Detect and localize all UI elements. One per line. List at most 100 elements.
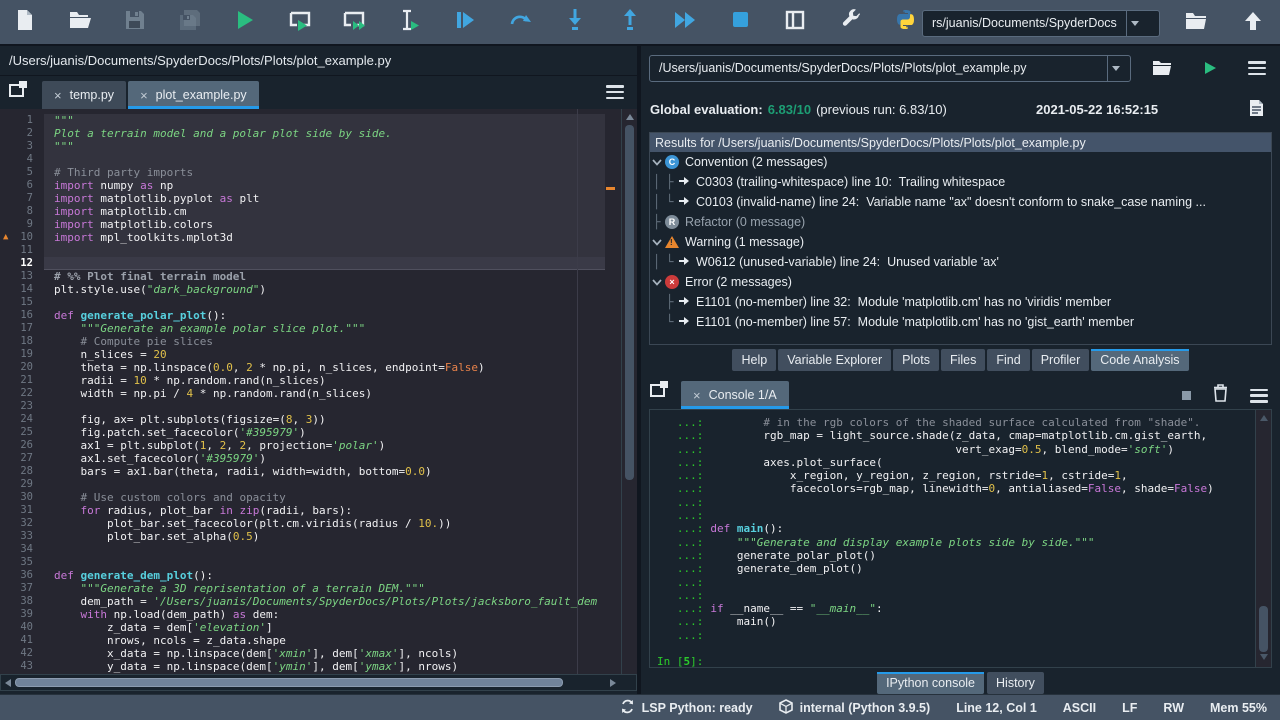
remove-console-button[interactable] bbox=[1213, 384, 1228, 407]
code-line-text[interactable]: """Generate a 3D reprisentation of a ter… bbox=[44, 582, 605, 595]
editor-options-menu-button[interactable] bbox=[606, 85, 624, 99]
gutter-line-number[interactable]: 15 bbox=[0, 296, 44, 309]
editor-line-43[interactable]: 43 y_data = np.linspace(dem['ymin'], dem… bbox=[0, 660, 605, 673]
message-row[interactable]: │└C0103 (invalid-name) line 24: Variable… bbox=[650, 192, 1271, 212]
code-line-text[interactable]: ax1.set_facecolor('#395979') bbox=[44, 452, 605, 465]
code-line-text[interactable]: """ bbox=[44, 140, 605, 153]
editor-line-2[interactable]: 2Plot a terrain model and a polar plot s… bbox=[0, 127, 605, 140]
editor-line-42[interactable]: 42 x_data = np.linspace(dem['xmin'], dem… bbox=[0, 647, 605, 660]
working-directory-dropdown[interactable] bbox=[1126, 11, 1143, 36]
editor-line-39[interactable]: 39 with np.load(dem_path) as dem: bbox=[0, 608, 605, 621]
editor-line-24[interactable]: 24 fig, ax= plt.subplots(figsize=(8, 3)) bbox=[0, 413, 605, 426]
code-line-text[interactable]: width = np.pi / 4 * np.random.rand(n_sli… bbox=[44, 387, 605, 400]
tab-files[interactable]: Files bbox=[941, 349, 985, 371]
editor-line-6[interactable]: 6import numpy as np bbox=[0, 179, 605, 192]
run-cell-button[interactable] bbox=[287, 9, 313, 35]
code-line-text[interactable]: import mpl_toolkits.mplot3d bbox=[44, 231, 605, 244]
editor-line-16[interactable]: 16def generate_polar_plot(): bbox=[0, 309, 605, 322]
scroll-right-arrow[interactable] bbox=[610, 679, 616, 687]
preferences-button[interactable] bbox=[837, 9, 863, 35]
gutter-line-number[interactable]: 24 bbox=[0, 413, 44, 426]
editor-line-17[interactable]: 17 """Generate an example polar slice pl… bbox=[0, 322, 605, 335]
gutter-line-number[interactable]: 4 bbox=[0, 153, 44, 166]
close-tab-icon[interactable]: × bbox=[693, 388, 701, 403]
analysis-file-combobox[interactable]: /Users/juanis/Documents/SpyderDocs/Plots… bbox=[649, 55, 1131, 82]
browse-tabs-button[interactable] bbox=[650, 381, 668, 402]
code-line-text[interactable]: radii = 10 * np.random.rand(n_slices) bbox=[44, 374, 605, 387]
gutter-line-number[interactable]: 11 bbox=[0, 244, 44, 257]
ipython-console[interactable]: ...: # in the rgb colors of the shaded s… bbox=[649, 409, 1272, 668]
code-line-text[interactable]: import matplotlib.cm bbox=[44, 205, 605, 218]
editor-line-25[interactable]: 25 fig.patch.set_facecolor('#395979') bbox=[0, 426, 605, 439]
gutter-line-number[interactable]: ▲10 bbox=[0, 231, 44, 244]
browse-working-directory-button[interactable] bbox=[1183, 10, 1209, 36]
editor-line-36[interactable]: 36def generate_dem_plot(): bbox=[0, 569, 605, 582]
code-line-text[interactable]: # Third party imports bbox=[44, 166, 605, 179]
run-cell-advance-button[interactable] bbox=[342, 9, 368, 35]
editor-line-41[interactable]: 41 nrows, ncols = z_data.shape bbox=[0, 634, 605, 647]
gutter-line-number[interactable]: 32 bbox=[0, 517, 44, 530]
editor-line-11[interactable]: 11 bbox=[0, 244, 605, 257]
code-line-text[interactable]: bars = ax1.bar(theta, radii, width=width… bbox=[44, 465, 605, 478]
stop-button[interactable] bbox=[727, 9, 753, 35]
save-button[interactable] bbox=[122, 9, 148, 35]
gutter-line-number[interactable]: 3 bbox=[0, 140, 44, 153]
run-selection-button[interactable] bbox=[397, 9, 423, 35]
gutter-line-number[interactable]: 7 bbox=[0, 192, 44, 205]
tab-ipython-console[interactable]: IPython console bbox=[877, 672, 984, 694]
editor-line-29[interactable]: 29 bbox=[0, 478, 605, 491]
report-document-icon[interactable] bbox=[1249, 99, 1264, 120]
code-line-text[interactable]: fig, ax= plt.subplots(figsize=(8, 3)) bbox=[44, 413, 605, 426]
step-into-button[interactable] bbox=[562, 9, 588, 35]
code-line-text[interactable]: # %% Plot final terrain model bbox=[44, 270, 605, 283]
gutter-line-number[interactable]: 6 bbox=[0, 179, 44, 192]
category-row-error[interactable]: ×Error (2 messages) bbox=[650, 272, 1271, 292]
debug-file-button[interactable] bbox=[452, 9, 478, 35]
editor-line-21[interactable]: 21 radii = 10 * np.random.rand(n_slices) bbox=[0, 374, 605, 387]
gutter-line-number[interactable]: 1 bbox=[0, 114, 44, 127]
status-internal-python-3-9-5[interactable]: internal (Python 3.9.5) bbox=[779, 699, 931, 717]
message-row[interactable]: ├E1101 (no-member) line 32: Module 'matp… bbox=[650, 292, 1271, 312]
code-line-text[interactable]: """ bbox=[44, 114, 605, 127]
console-input-line[interactable]: In [5]: bbox=[650, 655, 1271, 668]
close-tab-icon[interactable]: × bbox=[54, 88, 62, 103]
analysis-file-dropdown[interactable] bbox=[1107, 56, 1124, 81]
editor-line-37[interactable]: 37 """Generate a 3D reprisentation of a … bbox=[0, 582, 605, 595]
code-line-text[interactable] bbox=[44, 556, 605, 569]
gutter-line-number[interactable]: 23 bbox=[0, 400, 44, 413]
results-header-row[interactable]: Results for /Users/juanis/Documents/Spyd… bbox=[650, 133, 1271, 152]
code-line-text[interactable]: import numpy as np bbox=[44, 179, 605, 192]
editor-line-28[interactable]: 28 bars = ax1.bar(theta, radii, width=wi… bbox=[0, 465, 605, 478]
gutter-line-number[interactable]: 29 bbox=[0, 478, 44, 491]
gutter-line-number[interactable]: 20 bbox=[0, 361, 44, 374]
editor-line-13[interactable]: 13# %% Plot final terrain model bbox=[0, 270, 605, 283]
step-return-button[interactable] bbox=[617, 9, 643, 35]
code-line-text[interactable]: Plot a terrain model and a polar plot si… bbox=[44, 127, 605, 140]
gutter-line-number[interactable]: 14 bbox=[0, 283, 44, 296]
close-tab-icon[interactable]: × bbox=[140, 88, 148, 103]
editor-line-9[interactable]: 9import matplotlib.colors bbox=[0, 218, 605, 231]
editor-line-18[interactable]: 18 # Compute pie slices bbox=[0, 335, 605, 348]
continue-button[interactable] bbox=[672, 9, 698, 35]
gutter-line-number[interactable]: 36 bbox=[0, 569, 44, 582]
interrupt-kernel-icon[interactable] bbox=[1182, 391, 1191, 400]
editor-line-23[interactable]: 23 bbox=[0, 400, 605, 413]
gutter-line-number[interactable]: 16 bbox=[0, 309, 44, 322]
editor-line-22[interactable]: 22 width = np.pi / 4 * np.random.rand(n_… bbox=[0, 387, 605, 400]
editor-line-40[interactable]: 40 z_data = dem['elevation'] bbox=[0, 621, 605, 634]
editor-line-35[interactable]: 35 bbox=[0, 556, 605, 569]
analysis-options-menu-button[interactable] bbox=[1248, 61, 1266, 75]
code-line-text[interactable]: """Generate an example polar slice plot.… bbox=[44, 322, 605, 335]
editor-line-7[interactable]: 7import matplotlib.pyplot as plt bbox=[0, 192, 605, 205]
scrollbar-thumb[interactable] bbox=[1259, 606, 1268, 652]
code-line-text[interactable]: y_data = np.linspace(dem['ymin'], dem['y… bbox=[44, 660, 605, 673]
editor-line-26[interactable]: 26 ax1 = plt.subplot(1, 2, 2, projection… bbox=[0, 439, 605, 452]
gutter-line-number[interactable]: 19 bbox=[0, 348, 44, 361]
code-line-text[interactable]: fig.patch.set_facecolor('#395979') bbox=[44, 426, 605, 439]
code-line-text[interactable] bbox=[44, 296, 605, 309]
gutter-line-number[interactable]: 25 bbox=[0, 426, 44, 439]
maximize-pane-button[interactable] bbox=[782, 9, 808, 35]
code-line-text[interactable]: n_slices = 20 bbox=[44, 348, 605, 361]
run-file-button[interactable] bbox=[232, 9, 258, 35]
tab-plots[interactable]: Plots bbox=[893, 349, 939, 371]
